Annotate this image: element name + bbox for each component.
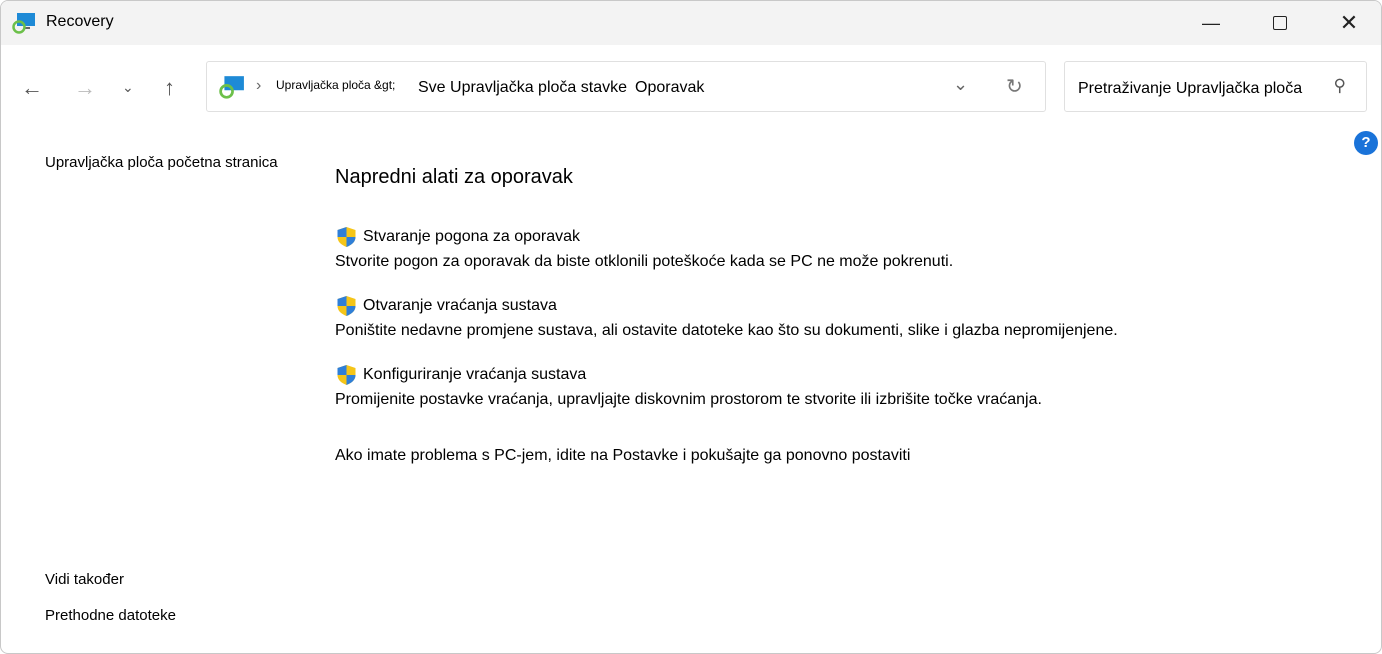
- recovery-app-icon: [12, 13, 35, 34]
- window-title: Recovery: [46, 13, 114, 30]
- task-configure-system-restore: Konfiguriranje vraćanja sustava Promijen…: [335, 364, 1042, 409]
- maximize-icon: [1273, 16, 1287, 30]
- task-open-system-restore: Otvaranje vraćanja sustava Poništite ned…: [335, 295, 1118, 340]
- page-heading: Napredni alati za oporavak: [335, 166, 573, 188]
- up-button[interactable]: ↑: [164, 75, 175, 101]
- back-button[interactable]: ←: [21, 75, 43, 101]
- recent-locations-button[interactable]: ⌄: [122, 79, 134, 96]
- task-create-recovery-drive: Stvaranje pogona za oporavak Stvorite po…: [335, 226, 953, 271]
- uac-shield-icon: [337, 296, 356, 316]
- breadcrumb-all-items[interactable]: Sve Upravljačka ploča stavke: [418, 79, 627, 97]
- close-button[interactable]: ✕: [1326, 1, 1372, 45]
- task-title[interactable]: Konfiguriranje vraćanja sustava: [363, 366, 586, 384]
- see-also-heading: Vidi također: [45, 571, 124, 588]
- reset-pc-link[interactable]: Ako imate problema s PC-jem, idite na Po…: [335, 447, 910, 465]
- task-title[interactable]: Stvaranje pogona za oporavak: [363, 228, 580, 246]
- navigation-bar: ← → ⌄ ↑ › Upravljačka ploča &gt; Sve Upr…: [1, 61, 1381, 113]
- open-system-restore-link[interactable]: Otvaranje vraćanja sustava: [335, 295, 1118, 317]
- breadcrumb-control-panel[interactable]: Upravljačka ploča &gt;: [276, 78, 395, 92]
- help-button[interactable]: ?: [1354, 131, 1378, 155]
- title-bar: Recovery — ✕: [1, 1, 1381, 45]
- sidebar-home-link[interactable]: Upravljačka ploča početna stranica: [45, 154, 278, 171]
- recovery-window: Recovery — ✕ ← → ⌄ ↑ › Upravljačka ploča…: [0, 0, 1382, 654]
- address-dropdown-icon[interactable]: ⌄: [953, 74, 968, 95]
- search-box[interactable]: Pretraživanje Upravljačka ploča ⚲: [1064, 61, 1367, 112]
- search-input[interactable]: Pretraživanje Upravljačka ploča: [1078, 80, 1302, 98]
- task-description: Stvorite pogon za oporavak da biste otkl…: [335, 253, 954, 270]
- address-bar[interactable]: › Upravljačka ploča &gt; Sve Upravljačka…: [206, 61, 1046, 112]
- create-recovery-drive-link[interactable]: Stvaranje pogona za oporavak: [335, 226, 953, 248]
- chevron-right-icon: ›: [256, 77, 262, 94]
- uac-shield-icon: [337, 227, 356, 247]
- task-description: Promijenite postavke vraćanja, upravljaj…: [335, 391, 1042, 408]
- breadcrumb-recovery[interactable]: Oporavak: [635, 79, 704, 97]
- configure-system-restore-link[interactable]: Konfiguriranje vraćanja sustava: [335, 364, 1042, 386]
- recovery-location-icon: [219, 76, 244, 99]
- previous-files-link[interactable]: Prethodne datoteke: [45, 607, 176, 624]
- task-description: Poništite nedavne promjene sustava, ali …: [335, 322, 1118, 339]
- maximize-button[interactable]: [1257, 1, 1303, 45]
- forward-button[interactable]: →: [74, 75, 96, 101]
- search-icon[interactable]: ⚲: [1334, 76, 1346, 96]
- minimize-button[interactable]: —: [1188, 1, 1234, 45]
- uac-shield-icon: [337, 365, 356, 385]
- task-title[interactable]: Otvaranje vraćanja sustava: [363, 297, 557, 315]
- refresh-icon[interactable]: ↻: [1006, 74, 1023, 99]
